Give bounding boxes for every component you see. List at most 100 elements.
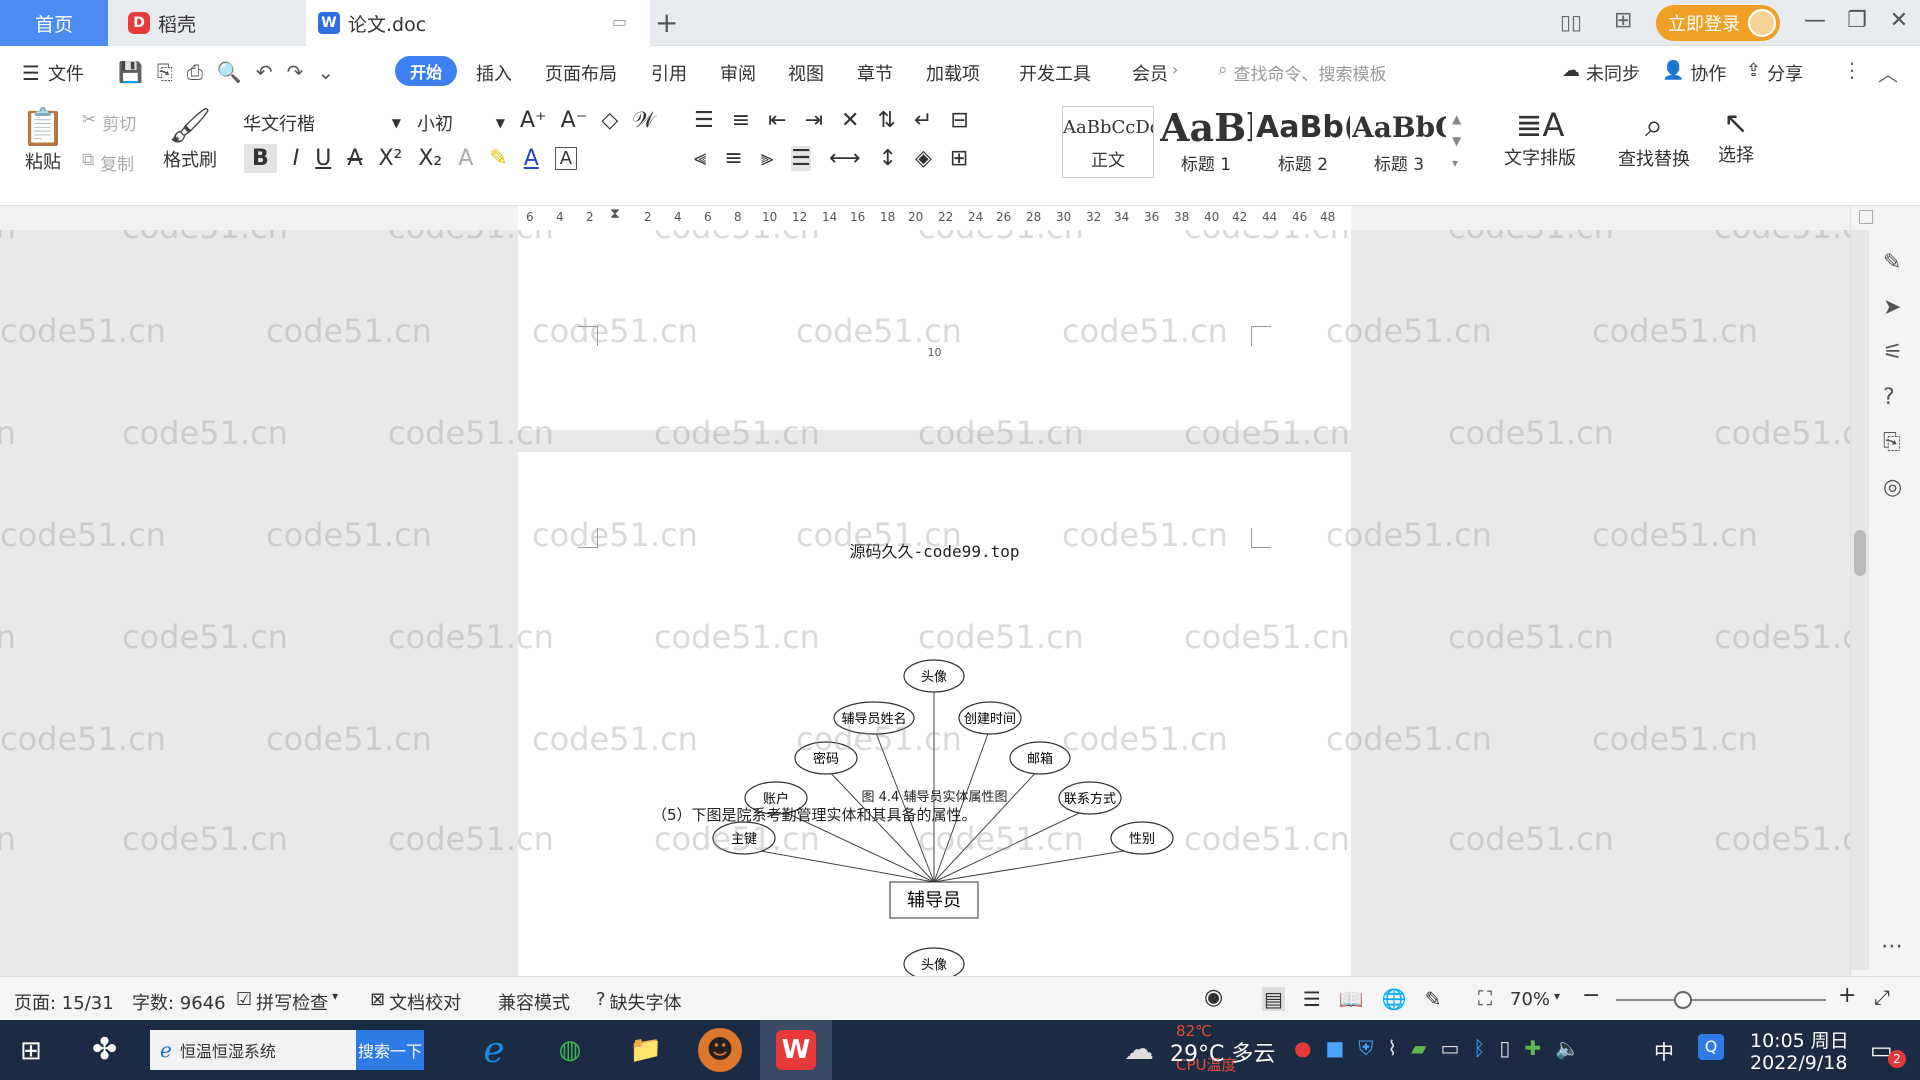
eye-icon[interactable]: ◉: [1204, 985, 1223, 1010]
sort-icon[interactable]: ⇅: [877, 108, 895, 133]
clock-date[interactable]: 2022/9/18: [1750, 1052, 1847, 1074]
more-menu-chevron-icon[interactable]: ›: [1172, 60, 1178, 79]
align-center-icon[interactable]: ≡: [724, 146, 742, 171]
menu-page-layout[interactable]: 页面布局: [545, 60, 617, 86]
collaborate-button[interactable]: 👤 协作: [1662, 60, 1726, 86]
page-counter[interactable]: 页面: 15/31: [14, 989, 114, 1015]
tray-plus-icon[interactable]: ✚: [1524, 1036, 1541, 1060]
shading-icon[interactable]: ◈: [915, 146, 932, 171]
menu-addins[interactable]: 加载项: [926, 60, 980, 86]
clear-format-icon[interactable]: ◇: [601, 108, 618, 133]
preview-icon[interactable]: 🔍: [217, 60, 242, 84]
compass-icon[interactable]: ◎: [1883, 475, 1903, 500]
more-icon[interactable]: ⋯: [1881, 934, 1903, 959]
usb-icon[interactable]: ▯: [1499, 1036, 1510, 1060]
battery-icon[interactable]: ▭: [1441, 1036, 1460, 1060]
restore-icon[interactable]: ❐: [1842, 8, 1872, 33]
zoom-in-icon[interactable]: +: [1838, 983, 1856, 1008]
taskbar-search-input[interactable]: ℯ 恒温恒湿系统: [150, 1030, 356, 1070]
pen-icon[interactable]: ✎: [1883, 250, 1903, 275]
increase-indent-icon[interactable]: ⇥: [805, 108, 823, 133]
style-heading3[interactable]: AaBbC 标题 3: [1352, 106, 1446, 178]
nvidia-icon[interactable]: ▰: [1411, 1036, 1426, 1060]
grid-icon[interactable]: ⊞: [1614, 8, 1632, 33]
sync-button[interactable]: ☁ 未同步: [1562, 60, 1640, 86]
align-right-icon[interactable]: ⫸: [761, 146, 773, 171]
text-layout-button[interactable]: ≣A 文字排版: [1494, 106, 1586, 170]
web-view-icon[interactable]: 🌐: [1382, 987, 1407, 1011]
align-left-icon[interactable]: ⫷: [694, 146, 706, 171]
phonetic-icon[interactable]: 𝒲: [632, 108, 655, 133]
zoom-slider-thumb[interactable]: [1674, 991, 1692, 1009]
wifi-icon[interactable]: ⌇: [1387, 1036, 1397, 1060]
menu-references[interactable]: 引用: [651, 60, 687, 86]
export-icon[interactable]: ⎘: [157, 60, 173, 84]
adjust-icon[interactable]: ⚟: [1883, 340, 1903, 365]
superscript-icon[interactable]: X²: [378, 146, 402, 171]
browser-360-icon[interactable]: ◍: [548, 1028, 592, 1072]
indent-marker-icon[interactable]: ⧗: [610, 206, 620, 222]
chinese-layout-icon[interactable]: ✕: [841, 108, 859, 133]
char-border-icon[interactable]: A: [554, 147, 578, 170]
save-icon[interactable]: 💾: [118, 60, 143, 84]
write-view-icon[interactable]: ✎: [1425, 987, 1442, 1011]
styles-scroll-icon[interactable]: ▲ ▼ ▾: [1452, 108, 1461, 174]
find-replace-button[interactable]: ⌕ 查找替换: [1608, 106, 1700, 171]
zoom-select[interactable]: 70% ▾: [1510, 989, 1560, 1010]
copy-button[interactable]: ⧉ 复制: [82, 150, 134, 175]
highlight-icon[interactable]: ✎: [489, 146, 507, 171]
pointer-icon[interactable]: ➤: [1883, 295, 1903, 320]
read-view-icon[interactable]: 📖: [1339, 987, 1364, 1011]
shrink-font-icon[interactable]: A⁻: [561, 108, 588, 133]
menu-view[interactable]: 视图: [788, 60, 824, 86]
vertical-scrollbar[interactable]: [1851, 230, 1869, 970]
share-button[interactable]: ⇪ 分享: [1746, 60, 1803, 86]
numbered-list-icon[interactable]: ≡: [732, 108, 750, 133]
distribute-icon[interactable]: ⟷: [829, 146, 861, 171]
wps-taskbar-button[interactable]: W: [760, 1020, 832, 1080]
style-heading2[interactable]: AaBb( 标题 2: [1256, 106, 1350, 178]
ruler[interactable]: 6 4 2 2 4 6 8 10 12 14 16 18 20 22 24 26 28 30 32 34 36 38 40 4…: [0, 206, 1920, 230]
review-icon[interactable]: ⎘: [1883, 430, 1903, 455]
menu-member[interactable]: 会员: [1132, 60, 1168, 86]
ime-indicator[interactable]: 中: [1654, 1036, 1674, 1065]
font-color-icon[interactable]: A: [524, 146, 539, 171]
redo-icon[interactable]: ↷: [287, 60, 304, 84]
style-normal[interactable]: AaBbCcDd 正文: [1062, 106, 1154, 178]
app-mascot-icon[interactable]: ☻: [698, 1028, 742, 1072]
justify-icon[interactable]: ☰: [791, 146, 812, 171]
decrease-indent-icon[interactable]: ⇤: [768, 108, 786, 133]
tray-box-icon[interactable]: ■: [1325, 1036, 1344, 1060]
grow-font-icon[interactable]: A⁺: [520, 108, 547, 133]
help-icon[interactable]: ?: [1883, 385, 1903, 410]
customize-icon[interactable]: ⌄: [317, 60, 334, 84]
bluetooth-icon[interactable]: ᛒ: [1473, 1036, 1485, 1060]
bullet-list-icon[interactable]: ☰: [694, 108, 714, 133]
tab-daoke[interactable]: D 稻壳: [110, 0, 302, 46]
fit-page-icon[interactable]: ⛶: [1478, 986, 1492, 1010]
subscript-icon[interactable]: X₂: [418, 146, 442, 171]
file-menu[interactable]: ☰ 文件: [22, 60, 84, 86]
cut-button[interactable]: ✂ 剪切: [82, 110, 136, 135]
style-heading1[interactable]: AaBl 标题 1: [1160, 106, 1252, 178]
font-size-select[interactable]: 小初 ▼: [410, 106, 512, 140]
menu-insert[interactable]: 插入: [476, 60, 512, 86]
table-icon[interactable]: ⊟: [950, 108, 968, 133]
show-marks-icon[interactable]: ↵: [914, 108, 932, 133]
select-button[interactable]: ↖ 选择: [1706, 106, 1766, 167]
minimize-icon[interactable]: —: [1800, 8, 1830, 33]
app-pinwheel-icon[interactable]: ✤: [92, 1032, 117, 1067]
word-count[interactable]: 字数: 9646: [132, 989, 226, 1015]
windows-start-icon[interactable]: ⊞: [20, 1036, 42, 1066]
new-tab-button[interactable]: +: [655, 6, 678, 39]
command-search[interactable]: ⌕ 查找命令、搜索模板: [1218, 60, 1387, 85]
menu-review[interactable]: 审阅: [720, 60, 756, 86]
collapse-ribbon-icon[interactable]: ︿: [1878, 58, 1898, 87]
outline-view-icon[interactable]: ☰: [1303, 987, 1321, 1011]
document-area[interactable]: 10 源码久久-code99.top 主键 账户 密码 辅导员姓名 头像 创建时间 邮箱 联系…: [0, 230, 1850, 976]
qq-icon[interactable]: Q: [1698, 1034, 1724, 1060]
page-view-icon[interactable]: ▤: [1262, 987, 1285, 1011]
window-icon[interactable]: ▭: [612, 12, 627, 31]
line-spacing-icon[interactable]: ↕: [879, 146, 897, 171]
italic-icon[interactable]: I: [293, 146, 300, 171]
